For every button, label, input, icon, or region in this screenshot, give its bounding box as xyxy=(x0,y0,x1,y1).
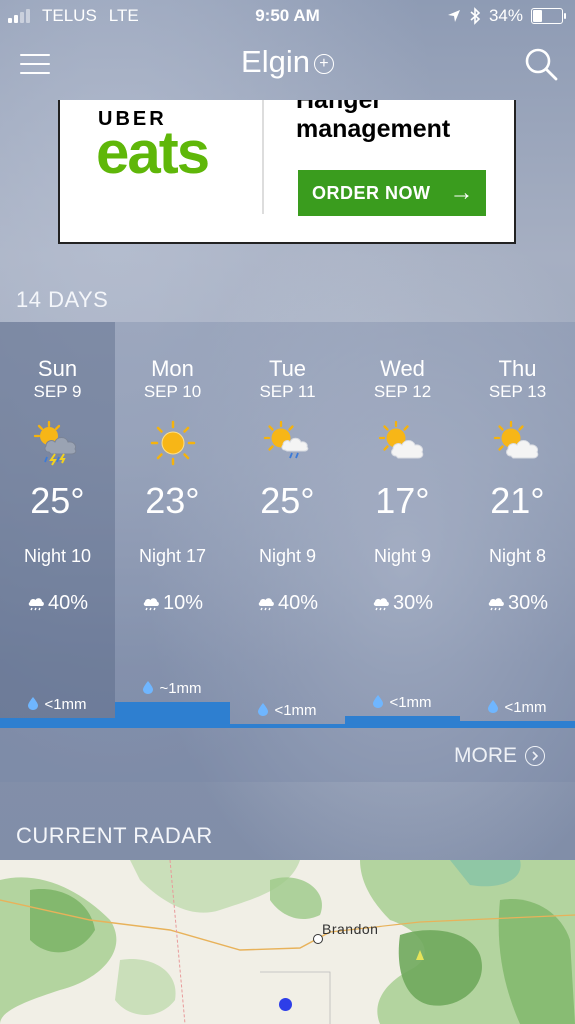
day-column-thu[interactable]: Thu SEP 13 21° Night 8 30% <1mm xyxy=(460,322,575,728)
rain-cloud-icon xyxy=(142,592,163,614)
day-rain-amount: <1mm xyxy=(460,699,575,716)
ad-headline-line2: management xyxy=(296,115,451,143)
day-high-temp: 25° xyxy=(30,480,85,521)
day-precip-value: 40% xyxy=(277,592,319,614)
city-selector[interactable]: Elgin + xyxy=(0,44,575,80)
rain-amount-bar xyxy=(460,721,575,728)
raindrop-icon xyxy=(258,702,274,719)
day-precip-chance: 40% xyxy=(0,592,115,615)
day-rain-amount: <1mm xyxy=(345,694,460,711)
ad-headline: Hanger management xyxy=(296,100,450,144)
chevron-right-circle-icon xyxy=(525,746,545,766)
forecast-strip[interactable]: Sun SEP 9 25° Night 10 40% <1mm Mon SEP 10 23° Ni… xyxy=(0,322,575,728)
more-label: MORE xyxy=(454,744,517,767)
day-precip-chance: 30% xyxy=(460,592,575,615)
day-name: Mon xyxy=(151,356,194,381)
status-right: 34% xyxy=(447,6,566,26)
day-column-tue[interactable]: Tue SEP 11 25° Night 9 40% <1mm xyxy=(230,322,345,728)
day-high-temp: 17° xyxy=(375,480,430,521)
day-column-sun[interactable]: Sun SEP 9 25° Night 10 40% <1mm xyxy=(0,322,115,728)
search-icon[interactable] xyxy=(523,46,559,82)
day-date: SEP 9 xyxy=(33,382,82,401)
day-precip-value: 40% xyxy=(47,592,89,614)
ad-headline-line1: Hanger xyxy=(296,100,383,114)
plus-circle-icon[interactable]: + xyxy=(313,53,334,74)
day-rain-value: <1mm xyxy=(274,702,317,719)
day-high-temp: 23° xyxy=(145,480,200,521)
day-name: Wed xyxy=(380,356,425,381)
day-rain-value: <1mm xyxy=(504,699,547,716)
arrow-right-icon: → xyxy=(449,179,474,206)
day-date: SEP 10 xyxy=(143,382,202,401)
day-name: Thu xyxy=(498,356,537,381)
location-arrow-icon xyxy=(447,10,460,22)
day-name: Tue xyxy=(268,356,307,381)
ad-divider xyxy=(262,100,264,214)
rain-cloud-icon xyxy=(487,592,508,614)
radar-map[interactable]: Brandon xyxy=(0,860,575,1024)
bluetooth-icon xyxy=(470,7,481,25)
forecast-section-title: 14 DAYS xyxy=(16,287,109,312)
day-precip-chance: 10% xyxy=(115,592,230,615)
day-night-temp: Night 9 xyxy=(373,546,432,566)
day-name: Sun xyxy=(37,356,78,381)
city-name: Elgin xyxy=(241,44,310,79)
day-rain-value: <1mm xyxy=(389,694,432,711)
day-date: SEP 11 xyxy=(259,382,316,401)
ad-banner[interactable]: UBER eats Hanger management ORDER NOW → xyxy=(58,100,516,244)
sunny-icon xyxy=(148,420,198,466)
rain-cloud-icon xyxy=(372,592,393,614)
more-button[interactable]: MORE xyxy=(454,744,545,768)
day-precip-chance: 40% xyxy=(230,592,345,615)
day-night-temp: Night 8 xyxy=(488,546,547,566)
raindrop-icon xyxy=(28,696,44,713)
day-rain-amount: <1mm xyxy=(0,696,115,713)
day-rain-value: ~1mm xyxy=(159,680,202,697)
day-rain-value: <1mm xyxy=(44,696,87,713)
day-precip-value: 30% xyxy=(392,592,434,614)
day-column-mon[interactable]: Mon SEP 10 23° Night 17 10% ~1mm xyxy=(115,322,230,728)
battery-icon xyxy=(531,8,566,24)
partly-cloudy-icon xyxy=(378,420,428,466)
day-precip-value: 30% xyxy=(507,592,549,614)
rain-amount-bar xyxy=(0,718,115,728)
sun-cloud-rain-icon xyxy=(263,420,313,466)
status-bar: TELUS LTE 9:50 AM 34% xyxy=(0,0,575,32)
day-date: SEP 12 xyxy=(373,382,432,401)
raindrop-icon xyxy=(143,680,159,697)
raindrop-icon xyxy=(488,699,504,716)
day-night-temp: Night 9 xyxy=(258,546,317,566)
rain-cloud-icon xyxy=(27,592,48,614)
day-high-temp: 21° xyxy=(490,480,545,521)
radar-city-label: Brandon xyxy=(322,921,379,937)
day-night-temp: Night 17 xyxy=(138,546,207,566)
app-header: Elgin + xyxy=(0,36,575,92)
day-high-temp: 25° xyxy=(260,480,315,521)
raindrop-icon xyxy=(373,694,389,711)
partly-cloudy-icon xyxy=(493,420,543,466)
day-date: SEP 13 xyxy=(488,382,547,401)
ad-brand-bottom: eats xyxy=(96,119,210,186)
day-precip-value: 10% xyxy=(162,592,204,614)
day-rain-amount: ~1mm xyxy=(115,680,230,697)
sun-thunderstorm-icon xyxy=(33,420,83,466)
day-column-wed[interactable]: Wed SEP 12 17° Night 9 30% <1mm xyxy=(345,322,460,728)
rain-cloud-icon xyxy=(257,592,278,614)
day-precip-chance: 30% xyxy=(345,592,460,615)
day-night-temp: Night 10 xyxy=(23,546,92,566)
current-location-dot xyxy=(279,998,292,1011)
radar-section-title: CURRENT RADAR xyxy=(16,823,213,848)
day-rain-amount: <1mm xyxy=(230,702,345,719)
more-row: MORE xyxy=(0,728,575,782)
battery-percent: 34% xyxy=(488,6,523,25)
rain-amount-bar xyxy=(345,716,460,728)
rain-amount-bar xyxy=(115,702,230,728)
order-now-button[interactable]: ORDER NOW → xyxy=(298,170,486,216)
order-now-label: ORDER NOW xyxy=(312,183,431,203)
